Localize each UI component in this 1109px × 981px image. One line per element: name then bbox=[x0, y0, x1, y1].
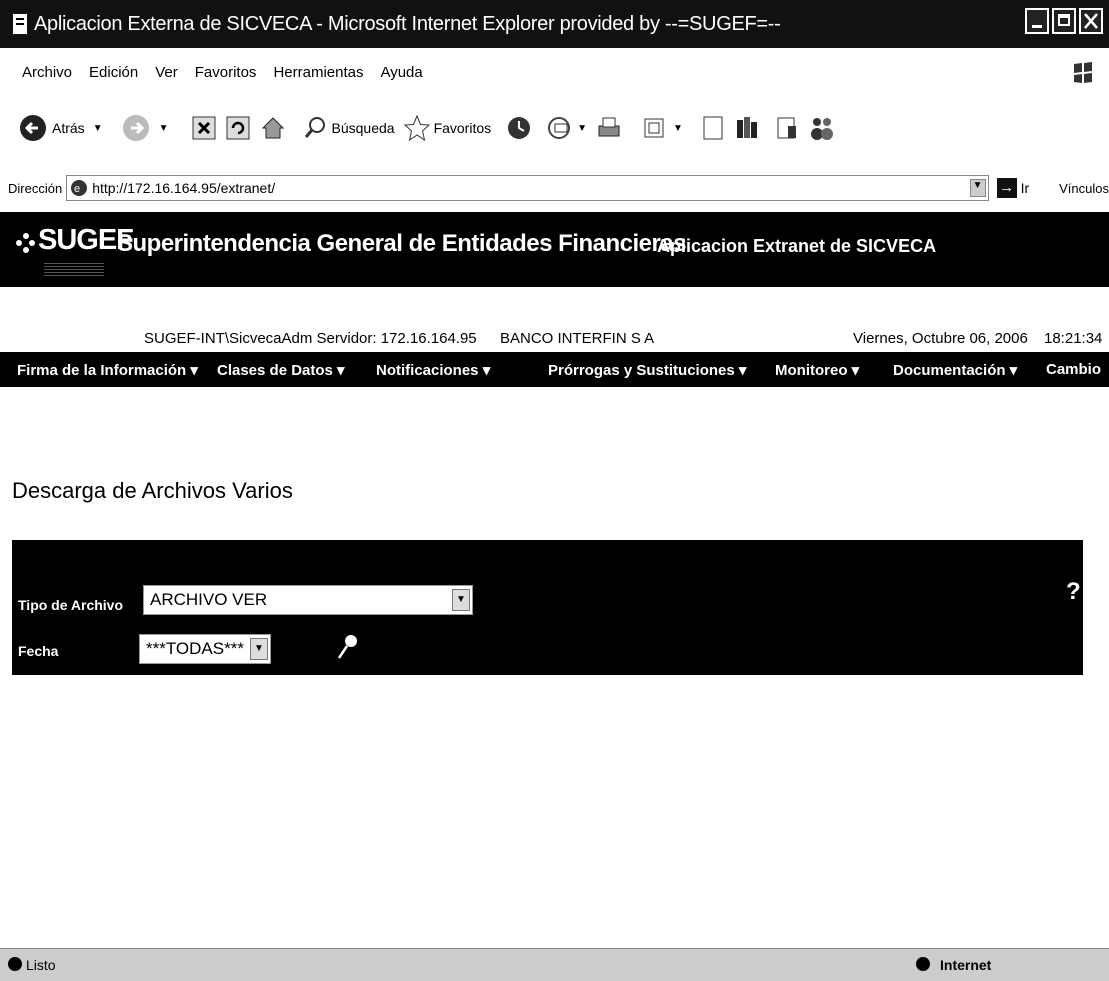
address-dropdown-icon[interactable]: ▼ bbox=[969, 179, 986, 197]
tipo-archivo-label: Tipo de Archivo bbox=[18, 597, 124, 613]
menu-herramientas[interactable]: Herramientas bbox=[273, 64, 363, 81]
forward-arrow-icon bbox=[122, 115, 149, 141]
main-nav: Firma de la Información ▾ Clases de Dato… bbox=[0, 352, 1109, 387]
back-label: Atrás bbox=[52, 120, 85, 136]
toolbar: Atrás ▼ ▼ Búsqueda Favoritos ▼ ▼ bbox=[0, 96, 1109, 160]
fecha-label: Fecha bbox=[18, 643, 59, 659]
address-label: Dirección bbox=[8, 180, 63, 196]
close-icon bbox=[1084, 13, 1098, 29]
go-button[interactable]: → Ir bbox=[996, 178, 1030, 198]
entity-name: BANCO INTERFIN S A bbox=[500, 330, 655, 347]
forward-button[interactable]: ▼ bbox=[121, 113, 169, 143]
window-controls bbox=[1025, 8, 1103, 34]
sugef-logo[interactable]: SUGEF bbox=[14, 224, 134, 280]
back-dropdown-icon[interactable]: ▼ bbox=[93, 123, 103, 134]
home-button[interactable] bbox=[259, 114, 287, 142]
edit-button[interactable]: ▼ bbox=[643, 116, 683, 140]
research-button[interactable] bbox=[733, 114, 761, 142]
minimize-button[interactable] bbox=[1025, 8, 1049, 34]
document-icon bbox=[13, 14, 27, 34]
links-button[interactable]: Vínculos bbox=[1059, 181, 1109, 196]
mail-dropdown-icon[interactable]: ▼ bbox=[577, 123, 587, 134]
ie-page-icon: e bbox=[71, 180, 88, 196]
messenger-icon bbox=[810, 118, 833, 140]
menu-edicion[interactable]: Edición bbox=[89, 64, 138, 81]
menu-archivo[interactable]: Archivo bbox=[22, 64, 72, 81]
printer-icon bbox=[598, 117, 620, 137]
nav-clases-datos[interactable]: Clases de Datos ▾ bbox=[217, 361, 345, 379]
svg-text:e: e bbox=[74, 183, 80, 195]
nav-prorrogas[interactable]: Prórrogas y Sustituciones ▾ bbox=[548, 361, 746, 379]
search-icon bbox=[304, 117, 325, 138]
refresh-button[interactable] bbox=[225, 115, 251, 141]
clipboard-button[interactable] bbox=[775, 114, 799, 142]
close-button[interactable] bbox=[1079, 8, 1103, 34]
home-icon bbox=[261, 117, 284, 139]
page-icon bbox=[703, 116, 723, 140]
go-arrow-icon: → bbox=[996, 178, 1017, 198]
mail-button[interactable]: ▼ bbox=[547, 115, 587, 141]
word-icon bbox=[644, 118, 664, 138]
window-title: Aplicacion Externa de SICVECA - Microsof… bbox=[34, 12, 781, 35]
status-bar: Listo Internet bbox=[0, 948, 1109, 981]
address-url: http://172.16.164.95/extranet/ bbox=[92, 180, 276, 196]
back-button[interactable]: Atrás ▼ bbox=[18, 113, 103, 143]
window-title-bar: Aplicacion Externa de SICVECA - Microsof… bbox=[0, 0, 1109, 48]
star-icon bbox=[403, 114, 430, 142]
nav-monitoreo[interactable]: Monitoreo ▾ bbox=[775, 361, 859, 379]
status-text: Listo bbox=[26, 957, 56, 973]
discuss-button[interactable] bbox=[701, 115, 725, 141]
stop-icon bbox=[192, 116, 215, 140]
favorites-label: Favoritos bbox=[433, 120, 492, 136]
print-button[interactable] bbox=[595, 114, 623, 142]
tipo-archivo-value: ARCHIVO VER bbox=[150, 590, 268, 609]
tipo-archivo-select[interactable]: ARCHIVO VER ▼ bbox=[143, 585, 473, 615]
menu-ver[interactable]: Ver bbox=[155, 64, 178, 81]
tipo-archivo-dropdown-icon[interactable]: ▼ bbox=[452, 589, 470, 611]
menu-bar: Archivo Edición Ver Favoritos Herramient… bbox=[0, 48, 1109, 97]
nav-firma[interactable]: Firma de la Información ▾ bbox=[17, 361, 198, 379]
nav-cambio[interactable]: Cambio bbox=[1046, 361, 1101, 378]
books-icon bbox=[736, 117, 757, 138]
go-label: Ir bbox=[1020, 180, 1030, 196]
search-label: Búsqueda bbox=[331, 120, 395, 136]
search-button-icon[interactable] bbox=[335, 632, 361, 662]
help-icon[interactable]: ? bbox=[1066, 578, 1081, 606]
stop-button[interactable] bbox=[191, 115, 217, 141]
favorites-button[interactable]: Favoritos bbox=[403, 114, 492, 142]
history-icon bbox=[508, 117, 531, 139]
edit-dropdown-icon[interactable]: ▼ bbox=[673, 123, 683, 134]
address-input[interactable]: e http://172.16.164.95/extranet/ ▼ bbox=[66, 175, 989, 201]
fecha-dropdown-icon[interactable]: ▼ bbox=[250, 638, 268, 660]
fecha-value: ***TODAS*** bbox=[146, 639, 244, 658]
logo-tagline bbox=[44, 262, 104, 276]
mail-icon bbox=[548, 117, 571, 139]
clipboard-icon bbox=[777, 117, 796, 139]
refresh-icon bbox=[226, 116, 249, 140]
current-time: 18:21:34 bbox=[1044, 330, 1103, 347]
security-zone: Internet bbox=[940, 957, 992, 973]
page-status-icon bbox=[8, 957, 22, 971]
app-title: Aplicacion Extranet de SICVECA bbox=[657, 236, 937, 256]
fecha-select[interactable]: ***TODAS*** ▼ bbox=[139, 634, 271, 664]
windows-logo-icon bbox=[1074, 62, 1092, 83]
maximize-button[interactable] bbox=[1052, 8, 1076, 34]
menu-ayuda[interactable]: Ayuda bbox=[380, 64, 422, 81]
messenger-button[interactable] bbox=[807, 114, 837, 142]
page-title: Descarga de Archivos Varios bbox=[12, 478, 293, 503]
nav-documentacion[interactable]: Documentación ▾ bbox=[893, 361, 1017, 379]
search-button[interactable]: Búsqueda bbox=[303, 115, 395, 141]
current-date: Viernes, Octubre 06, 2006 bbox=[853, 330, 1028, 347]
back-arrow-icon bbox=[20, 115, 46, 141]
history-button[interactable] bbox=[505, 114, 533, 142]
menu-favoritos[interactable]: Favoritos bbox=[195, 64, 257, 81]
org-title: Superintendencia General de Entidades Fi… bbox=[117, 230, 687, 257]
nav-notificaciones[interactable]: Notificaciones ▾ bbox=[376, 361, 490, 379]
internet-zone-icon bbox=[916, 957, 930, 971]
address-bar: Dirección e http://172.16.164.95/extrane… bbox=[0, 170, 1109, 206]
forward-dropdown-icon[interactable]: ▼ bbox=[159, 123, 169, 134]
logo-dots-icon bbox=[16, 233, 35, 253]
user-server-info: SUGEF-INT\SicvecaAdm Servidor: 172.16.16… bbox=[144, 330, 477, 347]
